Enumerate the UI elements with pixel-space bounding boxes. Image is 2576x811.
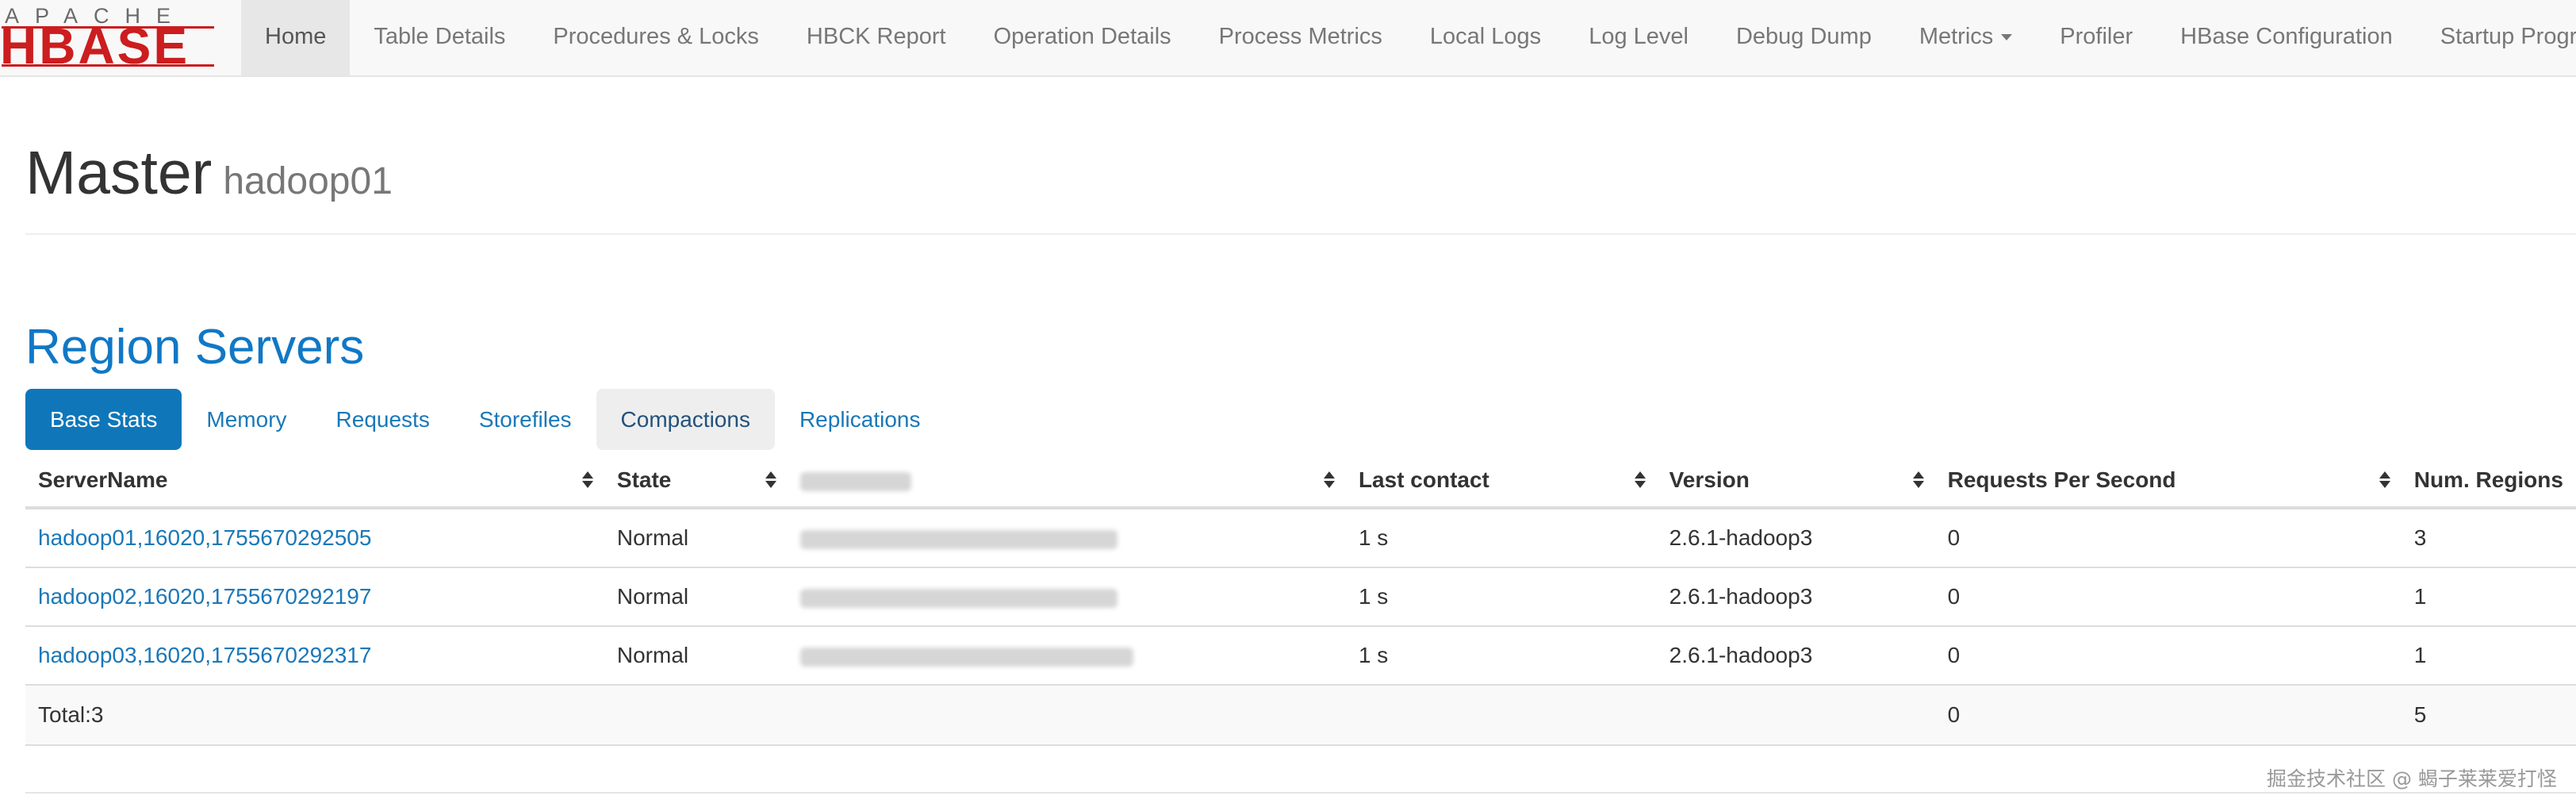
- redacted-blur: [800, 529, 1118, 549]
- cell-state: Normal: [604, 508, 788, 568]
- nav-process-metrics[interactable]: Process Metrics: [1195, 0, 1406, 75]
- tab-storefiles[interactable]: Storefiles: [454, 389, 596, 450]
- cell-last-contact: 1 s: [1345, 567, 1657, 627]
- logo-rule-bottom: [2, 64, 214, 67]
- sort-icon: [765, 471, 777, 489]
- column-header-version[interactable]: Version: [1656, 454, 1935, 509]
- redacted-blur: [800, 471, 912, 491]
- nav-log-level[interactable]: Log Level: [1565, 0, 1712, 75]
- nav-metrics-dropdown[interactable]: Metrics: [1896, 0, 2036, 75]
- cell-requests-per-second: 0: [1934, 567, 2402, 627]
- cell-state: Normal: [604, 626, 788, 686]
- master-host: hadoop01: [223, 160, 393, 202]
- redacted-blur: [800, 588, 1118, 608]
- tab-requests[interactable]: Requests: [312, 389, 454, 450]
- page-header: Master hadoop01: [25, 135, 2576, 235]
- server-link[interactable]: hadoop01,16020,1755670292505: [38, 525, 371, 550]
- cell-total-label: Total:3: [25, 684, 604, 746]
- nav-local-logs[interactable]: Local Logs: [1406, 0, 1565, 75]
- caret-down-icon: [2001, 34, 2013, 41]
- column-header-label: Requests Per Second: [1947, 467, 2176, 492]
- table-row: hadoop03,16020,1755670292317 Normal 1 s …: [25, 626, 2576, 686]
- column-header-label: Last contact: [1358, 467, 1489, 492]
- nav-operation-details[interactable]: Operation Details: [970, 0, 1195, 75]
- column-header-requests-per-second[interactable]: Requests Per Second: [1934, 454, 2402, 509]
- column-header-label: Num. Regions: [2413, 467, 2563, 492]
- sort-icon: [1323, 471, 1335, 489]
- region-servers-table: ServerName State Last contact Version Re…: [25, 454, 2576, 746]
- column-header-label: ServerName: [38, 467, 168, 492]
- column-header-num-regions[interactable]: Num. Regions: [2401, 454, 2576, 509]
- cell-last-contact: 1 s: [1345, 508, 1657, 568]
- cell-version: 2.6.1-hadoop3: [1656, 567, 1935, 627]
- column-header-label: Version: [1669, 467, 1750, 492]
- nav-profiler[interactable]: Profiler: [2036, 0, 2156, 75]
- server-link[interactable]: hadoop03,16020,1755670292317: [38, 643, 371, 667]
- tab-base-stats[interactable]: Base Stats: [25, 389, 182, 450]
- region-servers-title: Region Servers: [25, 320, 365, 375]
- divider: [25, 792, 2576, 794]
- cell-total-num-regions: 5: [2401, 684, 2576, 746]
- column-header-label: State: [616, 467, 672, 492]
- nav-hbase-configuration[interactable]: HBase Configuration: [2156, 0, 2417, 75]
- top-navbar: APACHE HBASE Home Table Details Procedur…: [0, 0, 2576, 77]
- cell-total-requests-per-second: 0: [1934, 684, 2402, 746]
- column-header-redacted[interactable]: [788, 454, 1346, 509]
- cell-servername: hadoop03,16020,1755670292317: [25, 626, 604, 686]
- cell-empty: [1345, 684, 1657, 746]
- cell-version: 2.6.1-hadoop3: [1656, 508, 1935, 568]
- hbase-logo[interactable]: APACHE HBASE: [0, 5, 220, 71]
- nav-table-details[interactable]: Table Details: [350, 0, 529, 75]
- cell-state: Normal: [604, 567, 788, 627]
- cell-last-contact: 1 s: [1345, 626, 1657, 686]
- table-row: hadoop02,16020,1755670292197 Normal 1 s …: [25, 567, 2576, 627]
- cell-num-regions: 3: [2401, 508, 2576, 568]
- cell-num-regions: 1: [2401, 626, 2576, 686]
- main-nav: Home Table Details Procedures & Locks HB…: [241, 0, 2576, 75]
- nav-procedures-locks[interactable]: Procedures & Locks: [529, 0, 783, 75]
- page-title: Master hadoop01: [25, 135, 2576, 220]
- cell-requests-per-second: 0: [1934, 626, 2402, 686]
- page-title-text: Master: [25, 139, 213, 207]
- watermark: 掘金技术社区 @ 蝎子莱莱爱打怪: [2267, 767, 2557, 790]
- cell-num-regions: 1: [2401, 567, 2576, 627]
- column-header-state[interactable]: State: [604, 454, 788, 509]
- column-header-servername[interactable]: ServerName: [25, 454, 604, 509]
- nav-debug-dump[interactable]: Debug Dump: [1712, 0, 1896, 75]
- cell-version: 2.6.1-hadoop3: [1656, 626, 1935, 686]
- cell-requests-per-second: 0: [1934, 508, 2402, 568]
- table-row: hadoop01,16020,1755670292505 Normal 1 s …: [25, 508, 2576, 568]
- cell-servername: hadoop02,16020,1755670292197: [25, 567, 604, 627]
- cell-servername: hadoop01,16020,1755670292505: [25, 508, 604, 568]
- sort-icon: [1912, 471, 1924, 489]
- cell-empty: [1656, 684, 1935, 746]
- nav-metrics-label: Metrics: [1919, 24, 1994, 49]
- sort-icon: [581, 471, 593, 489]
- cell-empty: [788, 684, 1346, 746]
- nav-startup-progress[interactable]: Startup Progress: [2417, 0, 2576, 75]
- cell-redacted: [788, 626, 1346, 686]
- cell-empty: [604, 684, 788, 746]
- server-link[interactable]: hadoop02,16020,1755670292197: [38, 584, 371, 609]
- column-header-last-contact[interactable]: Last contact: [1345, 454, 1657, 509]
- redacted-blur: [800, 647, 1134, 667]
- sort-icon: [2379, 471, 2390, 489]
- tab-memory[interactable]: Memory: [182, 389, 311, 450]
- sort-icon: [1634, 471, 1646, 489]
- tab-compactions[interactable]: Compactions: [596, 389, 775, 450]
- nav-home[interactable]: Home: [241, 0, 351, 75]
- nav-hbck-report[interactable]: HBCK Report: [783, 0, 970, 75]
- region-servers-tabs: Base Stats Memory Requests Storefiles Co…: [25, 389, 945, 450]
- tab-replications[interactable]: Replications: [775, 389, 945, 450]
- table-header-row: ServerName State Last contact Version Re…: [25, 454, 2576, 509]
- cell-redacted: [788, 508, 1346, 568]
- total-row: Total:3 0 5: [25, 684, 2576, 746]
- cell-redacted: [788, 567, 1346, 627]
